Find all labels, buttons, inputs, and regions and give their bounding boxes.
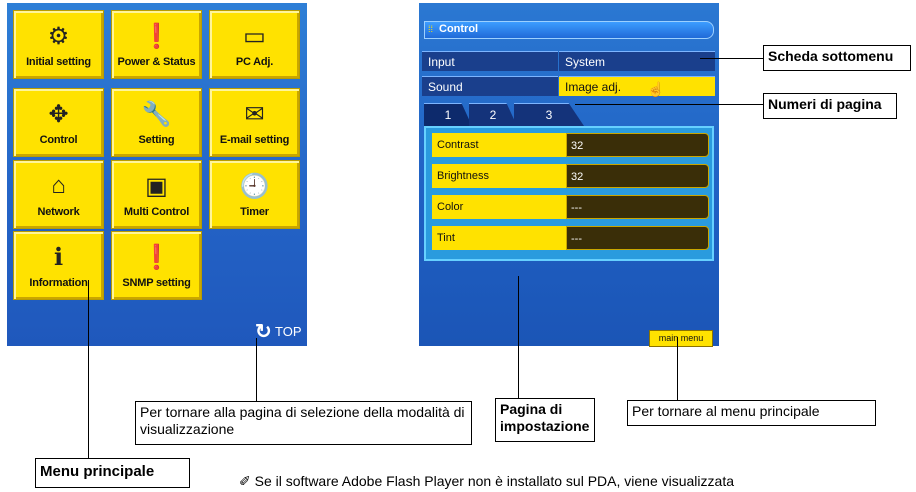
wrench-icon: 🔧 (141, 100, 172, 128)
page-tab-3[interactable]: 3 (514, 103, 584, 126)
tab-system-label: System (565, 55, 606, 69)
main-menu-screen: ⚙ Initial setting ❗ Power & Status ▭ PC … (7, 3, 307, 346)
footnote-text: Se il software Adobe Flash Player non è … (254, 473, 734, 489)
projector-exclamation-icon: ❗ (141, 22, 172, 50)
tab-input-label: Input (428, 55, 455, 69)
row-label: Brightness (432, 164, 566, 188)
setting-row-brightness: Brightness 32 (432, 164, 709, 188)
tab-image-adj[interactable]: Image adj. ☝ (559, 76, 715, 97)
initial-setting-tile[interactable]: ⚙ Initial setting (13, 10, 104, 79)
envelope-icon: ✉ (244, 100, 265, 128)
main-menu-button[interactable]: main menu (649, 330, 713, 347)
leader-line (677, 337, 678, 401)
information-tile[interactable]: ℹ Information (13, 231, 104, 300)
page-tab-3-label: 3 (545, 108, 553, 122)
row-label: Contrast (432, 133, 566, 157)
leader-line (88, 280, 89, 458)
callout-settings-page: Pagina di impostazione (495, 398, 595, 442)
control-tile[interactable]: ✥ Control (13, 88, 104, 157)
callout-submenu-tab: Scheda sottomenu (763, 45, 911, 71)
snmp-icon: ❗ (141, 243, 172, 271)
refresh-arrow-icon[interactable]: ↻ (255, 319, 272, 344)
setting-row-color: Color --- (432, 195, 709, 219)
multi-control-tile[interactable]: ▣ Multi Control (111, 160, 202, 229)
snmp-setting-tile[interactable]: ❗ SNMP setting (111, 231, 202, 300)
leader-line (575, 104, 765, 105)
settings-page: Contrast 32 Brightness 32 Color --- Tint… (424, 126, 714, 261)
callout-page-numbers: Numeri di pagina (763, 93, 897, 119)
row-value[interactable]: --- (566, 195, 709, 219)
pc-adj-tile[interactable]: ▭ PC Adj. (209, 10, 300, 79)
info-projector-icon: ℹ (53, 243, 64, 271)
setting-row-tint: Tint --- (432, 226, 709, 250)
leader-line (256, 338, 257, 402)
footnote: ✐ Se il software Adobe Flash Player non … (239, 473, 734, 490)
tab-image-adj-label: Image adj. (565, 80, 622, 94)
page-tab-2[interactable]: 2 (469, 103, 517, 126)
row-label: Color (432, 195, 566, 219)
leader-line (518, 276, 519, 401)
timer-tile[interactable]: 🕘 Timer (209, 160, 300, 229)
control-header: ⁞⁞ Control (424, 21, 714, 39)
pencil-icon: ✐ (239, 473, 251, 489)
top-link[interactable]: TOP (275, 324, 302, 339)
power-status-tile[interactable]: ❗ Power & Status (111, 10, 202, 79)
row-value[interactable]: --- (566, 226, 709, 250)
network-projector-icon: ⌂ (51, 172, 66, 199)
callout-main-menu: Menu principale (35, 458, 190, 488)
setting-tile[interactable]: 🔧 Setting (111, 88, 202, 157)
multi-projector-icon: ▣ (145, 172, 168, 200)
control-title: Control (439, 23, 479, 35)
callout-back-to-mode: Per tornare alla pagina di selezione del… (135, 401, 472, 445)
tab-input[interactable]: Input (422, 51, 558, 71)
row-value[interactable]: 32 (566, 164, 709, 188)
hand-cursor-icon: ☝ (647, 81, 665, 97)
page-tab-1[interactable]: 1 (424, 103, 472, 126)
setting-row-contrast: Contrast 32 (432, 133, 709, 157)
monitor-projector-icon: ▭ (243, 22, 266, 50)
network-tile[interactable]: ⌂ Network (13, 160, 104, 229)
row-label: Tint (432, 226, 566, 250)
callout-back-to-main: Per tornare al menu principale (627, 400, 876, 426)
tab-system[interactable]: System (559, 51, 715, 71)
clock-icon: 🕘 (239, 172, 270, 200)
four-arrows-icon: ✥ (48, 100, 69, 128)
control-screen: ⁞⁞ Control Input System Sound Image adj.… (419, 3, 719, 347)
tab-sound-label: Sound (428, 80, 463, 94)
tab-sound[interactable]: Sound (422, 76, 558, 96)
page-tab-1-label: 1 (444, 108, 452, 122)
grid-dots-icon: ⁞⁞ (428, 24, 434, 34)
leader-line (700, 58, 764, 59)
email-setting-tile[interactable]: ✉ E-mail setting (209, 88, 300, 157)
projector-gear-icon: ⚙ (47, 22, 70, 50)
row-value[interactable]: 32 (566, 133, 709, 157)
page-tab-2-label: 2 (489, 108, 497, 122)
